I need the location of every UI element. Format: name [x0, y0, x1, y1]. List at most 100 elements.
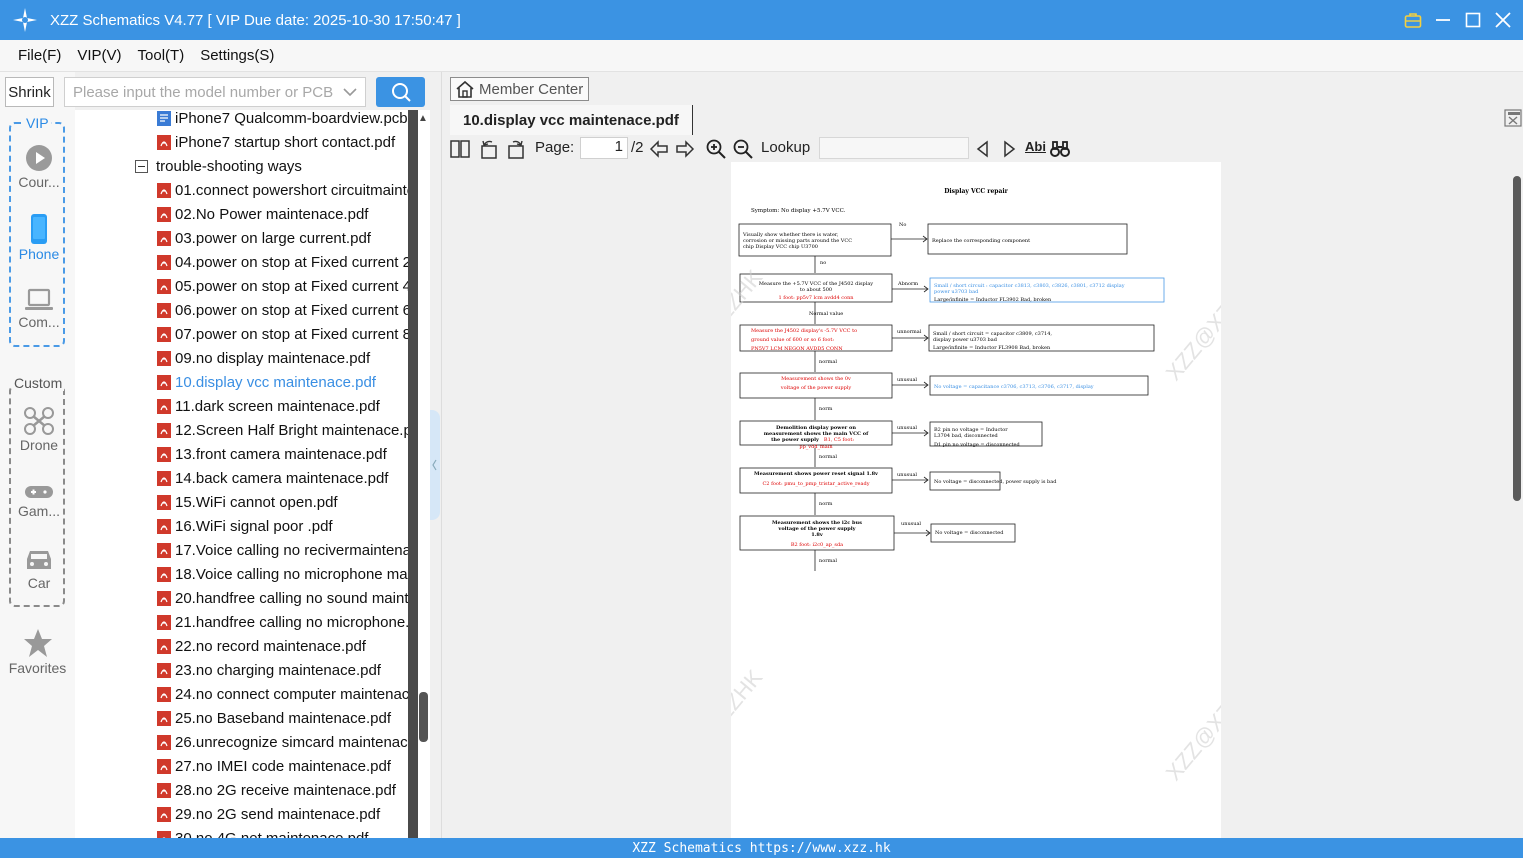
- tree-scroll-thumb[interactable]: [419, 692, 428, 742]
- tree-item-label: 09.no display maintenace.pdf: [175, 349, 371, 367]
- scroll-up-icon[interactable]: ▲: [418, 113, 428, 124]
- search-input[interactable]: [73, 83, 333, 101]
- label-normal-value: Normal value: [809, 311, 843, 317]
- custom-group-title: Custom: [12, 375, 65, 391]
- collapse-toggle-icon[interactable]: [135, 159, 148, 173]
- previous-page-icon[interactable]: [649, 139, 669, 159]
- category-phone[interactable]: Phone: [11, 214, 67, 262]
- rotate-right-icon[interactable]: [506, 139, 526, 159]
- tree-item-label: trouble-shooting ways: [156, 157, 302, 175]
- pdf-viewer[interactable]: Display VCC repair Symptom: No display +…: [442, 162, 1510, 838]
- home-icon: [456, 80, 474, 98]
- tree-file-item[interactable]: 29.no 2G send maintenace.pdf: [157, 802, 380, 826]
- tree-file-item[interactable]: 07.power on stop at Fixed current 8: [157, 322, 408, 346]
- close-tab-icon[interactable]: [1504, 109, 1522, 127]
- menu-vip[interactable]: VIP(V): [69, 47, 129, 64]
- tree-file-item[interactable]: iPhone7 startup short contact.pdf: [157, 130, 395, 154]
- tree-file-item[interactable]: 10.display vcc maintenace.pdf: [157, 370, 376, 394]
- tree-file-item[interactable]: 09.no display maintenace.pdf: [157, 346, 370, 370]
- tree-file-item[interactable]: 23.no charging maintenace.pdf: [157, 658, 381, 682]
- pane-collapse-handle[interactable]: [430, 410, 440, 520]
- search-button[interactable]: [376, 77, 425, 107]
- tree-file-item[interactable]: 06.power on stop at Fixed current 6: [157, 298, 408, 322]
- category-games[interactable]: Gam...: [11, 483, 67, 519]
- tree-file-item[interactable]: 15.WiFi cannot open.pdf: [157, 490, 338, 514]
- tree-item-label: 01.connect powershort circuitmaintenace.…: [175, 181, 408, 199]
- category-courses[interactable]: Cour...: [11, 144, 67, 190]
- box9-red1: B1, C5 foot:: [824, 437, 855, 443]
- viewer-scroll-thumb[interactable]: [1513, 176, 1521, 501]
- category-drone[interactable]: Drone: [11, 407, 67, 453]
- tree-file-item[interactable]: 14.back camera maintenace.pdf: [157, 466, 388, 490]
- tree-file-item[interactable]: 03.power on large current.pdf: [157, 226, 371, 250]
- menu-tool[interactable]: Tool(T): [130, 47, 193, 64]
- label-unusual-4: unusual: [901, 521, 921, 527]
- watermark-3: XZZ@XZZHK: [731, 665, 767, 785]
- zoom-in-icon[interactable]: [706, 139, 726, 159]
- menu-file[interactable]: File(F): [10, 47, 69, 64]
- binoculars-icon[interactable]: [1050, 139, 1070, 159]
- document-tab-bar: 10.display vcc maintenace.pdf: [442, 105, 1523, 135]
- viewer-vertical-scrollbar[interactable]: [1510, 162, 1523, 838]
- tree-file-item[interactable]: 18.Voice calling no microphone maintenac…: [157, 562, 408, 586]
- zoom-out-icon[interactable]: [733, 139, 753, 159]
- tree-file-item[interactable]: 21.handfree calling no microphone.pdf: [157, 610, 408, 634]
- tree-file-item[interactable]: 26.unrecognize simcard maintenace.pdf: [157, 730, 408, 754]
- page-number-input[interactable]: 1: [580, 137, 628, 159]
- category-computer[interactable]: Com...: [11, 288, 67, 330]
- gamepad-icon: [25, 486, 53, 498]
- tree-file-item[interactable]: iPhone7 Qualcomm-boardview.pcb: [157, 110, 408, 130]
- find-next-icon[interactable]: [999, 139, 1019, 159]
- tree-file-item[interactable]: 13.front camera maintenace.pdf: [157, 442, 387, 466]
- page-total: /2: [631, 139, 644, 156]
- tree-folder[interactable]: trouble-shooting ways: [135, 154, 302, 178]
- pdf-page: Display VCC repair Symptom: No display +…: [661, 162, 1267, 838]
- tree-file-item[interactable]: 02.No Power maintenace.pdf: [157, 202, 368, 226]
- next-page-icon[interactable]: [675, 139, 695, 159]
- tree-file-item[interactable]: 30.no 4G net maintenace.pdf: [157, 826, 368, 838]
- maximize-button[interactable]: [1463, 10, 1483, 30]
- chevron-down-icon[interactable]: [343, 85, 357, 99]
- shrink-button[interactable]: Shrink: [5, 77, 54, 107]
- member-center-button[interactable]: Member Center: [450, 77, 589, 101]
- laptop-icon: [25, 288, 53, 310]
- vip-bag-icon[interactable]: [1403, 10, 1423, 30]
- play-circle-icon: [26, 145, 52, 171]
- tree-file-item[interactable]: 17.Voice calling no recivermaintenace.pd…: [157, 538, 408, 562]
- two-page-view-icon[interactable]: [450, 139, 470, 159]
- tree-item-label: 15.WiFi cannot open.pdf: [175, 493, 338, 511]
- box10-line2: L3704 bad, disconnected: [934, 433, 999, 439]
- tree-file-item[interactable]: 20.handfree calling no sound maintenace.…: [157, 586, 408, 610]
- model-search-combobox[interactable]: [64, 77, 366, 107]
- pdf-file-icon: [157, 566, 171, 582]
- close-button[interactable]: [1493, 10, 1513, 30]
- tree-file-item[interactable]: 22.no record maintenace.pdf: [157, 634, 366, 658]
- minimize-button[interactable]: [1433, 10, 1453, 30]
- category-car[interactable]: Car: [11, 547, 67, 591]
- pdf-file-icon: [157, 710, 171, 726]
- match-case-button[interactable]: Abi: [1025, 139, 1046, 154]
- lookup-input[interactable]: [819, 137, 969, 159]
- tree-file-item[interactable]: 12.Screen Half Bright maintenace.pdf: [157, 418, 408, 442]
- tree-file-item[interactable]: 11.dark screen maintenace.pdf: [157, 394, 380, 418]
- tree-scrollbar[interactable]: ▲: [408, 110, 430, 838]
- tab-display-vcc[interactable]: 10.display vcc maintenace.pdf: [450, 105, 693, 135]
- rotate-left-icon[interactable]: [479, 139, 499, 159]
- tree-file-item[interactable]: 25.no Baseband maintenace.pdf: [157, 706, 391, 730]
- box9-red2: pp_vdd_main: [799, 444, 833, 450]
- box5-red1: Measure the J4502 display's -5.7V VCC to: [751, 328, 857, 334]
- pdf-file-icon: [157, 542, 171, 558]
- box13-line3: 1.8v: [811, 532, 824, 538]
- tree-file-item[interactable]: 01.connect powershort circuitmaintenace.…: [157, 178, 408, 202]
- tree-file-item[interactable]: 05.power on stop at Fixed current 4: [157, 274, 408, 298]
- tree-file-item[interactable]: 24.no connect computer maintenace.pdf: [157, 682, 408, 706]
- tree-file-item[interactable]: 27.no IMEI code maintenace.pdf: [157, 754, 391, 778]
- menu-settings[interactable]: Settings(S): [192, 47, 282, 64]
- tree-file-item[interactable]: 28.no 2G receive maintenace.pdf: [157, 778, 396, 802]
- tree-file-item[interactable]: 04.power on stop at Fixed current 2: [157, 250, 408, 274]
- find-previous-icon[interactable]: [973, 139, 993, 159]
- tree-file-item[interactable]: 16.WiFi signal poor .pdf: [157, 514, 333, 538]
- tree-item-label: iPhone7 Qualcomm-boardview.pcb: [175, 110, 408, 127]
- favorites[interactable]: Favorites: [0, 628, 75, 676]
- box11-line1: Measurement shows power reset signal 1.8…: [754, 471, 879, 477]
